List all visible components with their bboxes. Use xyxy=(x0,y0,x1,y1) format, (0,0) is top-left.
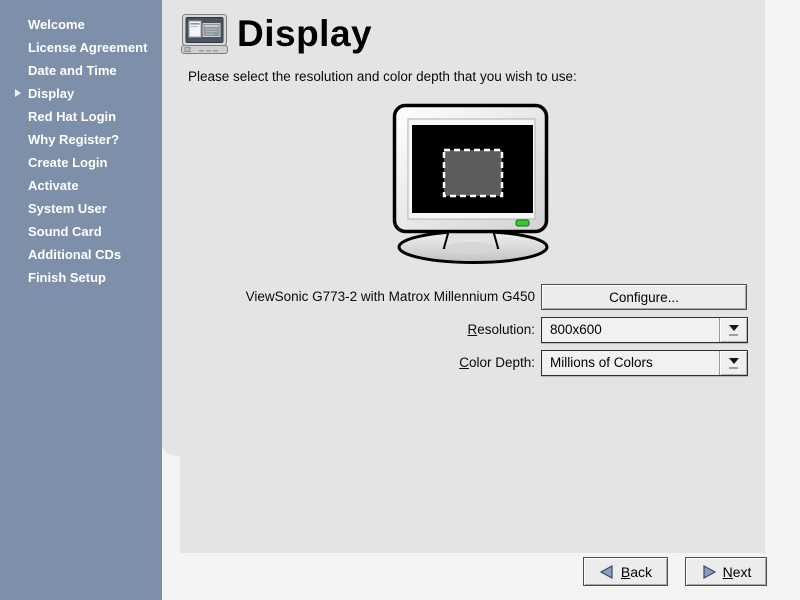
sidebar-item-why-register: Why Register? xyxy=(0,128,162,151)
sidebar-item-create-login: Create Login xyxy=(0,151,162,174)
sidebar-item-label: Activate xyxy=(28,178,79,193)
sidebar-item-display: Display xyxy=(0,82,162,105)
sidebar-item-finish-setup: Finish Setup xyxy=(0,266,162,289)
display-monitor-icon xyxy=(181,13,228,55)
chevron-down-icon xyxy=(729,325,739,331)
color-depth-label: Color Depth: xyxy=(188,355,535,370)
instruction-text: Please select the resolution and color d… xyxy=(188,69,577,84)
resolution-dropdown-button[interactable] xyxy=(719,318,747,342)
sidebar-item-label: Red Hat Login xyxy=(28,109,116,124)
sidebar-item-activate: Activate xyxy=(0,174,162,197)
sidebar-item-label: Date and Time xyxy=(28,63,117,78)
chevron-down-icon xyxy=(729,358,739,364)
back-button[interactable]: Back xyxy=(583,557,668,586)
sidebar-item-welcome: Welcome xyxy=(0,13,162,36)
color-depth-select[interactable]: Millions of Colors xyxy=(541,350,748,376)
device-label: ViewSonic G773-2 with Matrox Millennium … xyxy=(188,289,535,304)
sidebar-item-label: License Agreement xyxy=(28,40,147,55)
sidebar-item-license-agreement: License Agreement xyxy=(0,36,162,59)
next-arrow-icon xyxy=(701,564,717,580)
monitor-illustration xyxy=(387,101,563,267)
dropdown-underline xyxy=(729,367,738,369)
power-led xyxy=(516,220,529,226)
back-label: Back xyxy=(621,564,652,580)
sidebar-item-sound-card: Sound Card xyxy=(0,220,162,243)
color-depth-dropdown-button[interactable] xyxy=(719,351,747,375)
sidebar-item-label: Create Login xyxy=(28,155,107,170)
sidebar-item-red-hat-login: Red Hat Login xyxy=(0,105,162,128)
sidebar-item-label: Display xyxy=(28,86,74,101)
sidebar-item-label: Why Register? xyxy=(28,132,119,147)
back-rest: ack xyxy=(630,564,652,580)
sidebar-item-date-and-time: Date and Time xyxy=(0,59,162,82)
sidebar-item-label: System User xyxy=(28,201,107,216)
next-rest: ext xyxy=(733,564,752,580)
resolution-value: 800x600 xyxy=(542,318,719,342)
sidebar-item-system-user: System User xyxy=(0,197,162,220)
sidebar-item-label: Sound Card xyxy=(28,224,102,239)
wizard-steps-sidebar: Welcome License Agreement Date and Time … xyxy=(0,0,162,600)
dropdown-underline xyxy=(729,334,738,336)
configure-button[interactable]: Configure... xyxy=(541,284,747,310)
sidebar-item-additional-cds: Additional CDs xyxy=(0,243,162,266)
resolution-label: Resolution: xyxy=(188,322,535,337)
color-depth-accel: C xyxy=(459,355,469,370)
page-title: Display xyxy=(237,13,372,55)
firstboot-window: Welcome License Agreement Date and Time … xyxy=(0,0,800,600)
resolution-rest: esolution: xyxy=(477,322,535,337)
wizard-step-list: Welcome License Agreement Date and Time … xyxy=(0,13,162,289)
sidebar-item-label: Additional CDs xyxy=(28,247,121,262)
back-accel: B xyxy=(621,564,630,580)
next-label: Next xyxy=(723,564,752,580)
color-depth-rest: olor Depth: xyxy=(469,355,535,370)
next-accel: N xyxy=(723,564,733,580)
color-depth-value: Millions of Colors xyxy=(542,351,719,375)
sidebar-item-label: Finish Setup xyxy=(28,270,106,285)
next-button[interactable]: Next xyxy=(685,557,767,586)
back-arrow-icon xyxy=(599,564,615,580)
current-step-arrow-icon xyxy=(15,89,21,97)
sidebar-item-label: Welcome xyxy=(28,17,85,32)
resolution-select[interactable]: 800x600 xyxy=(541,317,748,343)
resolution-accel: R xyxy=(467,322,477,337)
